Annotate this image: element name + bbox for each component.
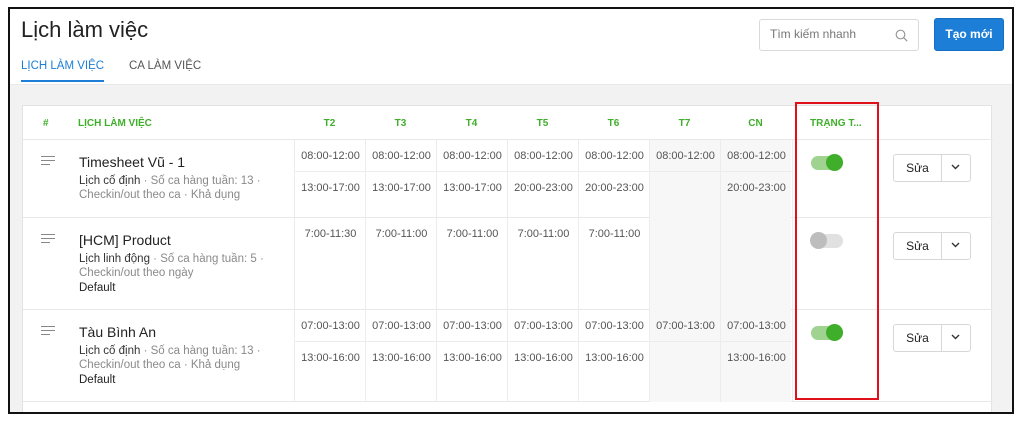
status-column-highlight: [795, 102, 879, 400]
shift-slot: 08:00-12:00: [585, 150, 644, 162]
day-cell-cn: 07:00-13:00 13:00-16:00: [720, 310, 792, 402]
chevron-down-icon: [951, 334, 960, 340]
column-header-t6: T6: [607, 118, 620, 129]
shift-slot: 7:00-11:00: [588, 228, 641, 240]
shift-slot: 07:00-13:00: [443, 320, 502, 332]
app-window: Lịch làm việc Tạo mới LỊCH LÀM VIỆC CA L…: [8, 7, 1014, 414]
more-actions-button[interactable]: [942, 155, 970, 181]
day-cell-t7: 07:00-13:00: [649, 310, 721, 402]
shift-slot: 08:00-12:00: [443, 150, 502, 162]
shift-slot: 07:00-13:00: [372, 320, 431, 332]
shift-slot: 13:00-16:00: [727, 352, 786, 364]
day-cell-cn: 08:00-12:00 20:00-23:00: [720, 140, 792, 218]
column-header-t7: T7: [678, 118, 691, 129]
schedule-type: Lịch cố định: [79, 345, 141, 357]
column-header-t2: T2: [323, 118, 336, 129]
shift-slot: 13:00-17:00: [443, 182, 502, 194]
day-cell-t6: 08:00-12:00 20:00-23:00: [578, 140, 650, 218]
schedule-meta: Lịch cố định · Số ca hàng tuần: 13 · Che…: [79, 174, 309, 202]
schedule-name: Tàu Bình An: [79, 324, 157, 340]
quick-search-box[interactable]: [759, 19, 919, 51]
day-cell-t6: 7:00-11:00: [578, 218, 649, 310]
schedule-name: [HCM] Product: [79, 232, 171, 248]
row-actions: Sửa: [893, 324, 971, 352]
day-cell-t7: [649, 218, 720, 310]
day-cell-t3: 7:00-11:00: [365, 218, 436, 310]
chevron-down-icon: [951, 242, 960, 248]
day-cell-t2: 08:00-12:00 13:00-17:00: [294, 140, 366, 218]
shift-slot: 08:00-12:00: [372, 150, 431, 162]
day-cell-t4: 7:00-11:00: [436, 218, 507, 310]
shift-slot: 07:00-13:00: [514, 320, 573, 332]
shift-slot: 08:00-12:00: [514, 150, 573, 162]
shift-slot: 13:00-16:00: [443, 352, 502, 364]
shift-slot: 7:00-11:00: [517, 228, 570, 240]
schedule-type: Lịch linh động: [79, 253, 150, 265]
schedule-meta: Lịch linh động · Số ca hàng tuần: 5 · Ch…: [79, 252, 309, 280]
edit-button[interactable]: Sửa: [894, 233, 942, 259]
create-new-button[interactable]: Tạo mới: [934, 18, 1004, 51]
more-actions-button[interactable]: [942, 233, 970, 259]
shift-slot: 20:00-23:00: [514, 182, 573, 194]
day-cell-t5: 07:00-13:00 13:00-16:00: [507, 310, 579, 402]
shift-slot: 07:00-13:00: [656, 320, 715, 332]
shift-slot: 07:00-13:00: [301, 320, 360, 332]
column-header-t3: T3: [394, 118, 407, 129]
column-header-t5: T5: [536, 118, 549, 129]
day-cell-t7: 08:00-12:00: [649, 140, 721, 218]
column-header-index: #: [43, 118, 49, 129]
column-header-name: LỊCH LÀM VIỆC: [78, 118, 152, 129]
shift-slot: 13:00-16:00: [301, 352, 360, 364]
drag-handle-icon[interactable]: [41, 326, 55, 336]
edit-button[interactable]: Sửa: [894, 155, 942, 181]
shift-slot: 08:00-12:00: [727, 150, 786, 162]
schedule-type: Lịch cố định: [79, 175, 141, 187]
day-cell-t3: 08:00-12:00 13:00-17:00: [365, 140, 437, 218]
day-cell-t3: 07:00-13:00 13:00-16:00: [365, 310, 437, 402]
column-header-cn: CN: [748, 118, 763, 129]
shift-slot: 7:00-11:00: [446, 228, 499, 240]
row-actions: Sửa: [893, 232, 971, 260]
day-cell-t2: 7:00-11:30: [294, 218, 365, 310]
shift-slot: 13:00-16:00: [585, 352, 644, 364]
search-icon[interactable]: [895, 29, 908, 42]
shift-slot: 7:00-11:30: [304, 228, 357, 240]
day-cell-t4: 07:00-13:00 13:00-16:00: [436, 310, 508, 402]
drag-handle-icon[interactable]: [41, 234, 55, 244]
schedule-meta: Lịch cố định · Số ca hàng tuần: 13 · Che…: [79, 344, 309, 372]
day-cell-cn: [720, 218, 791, 310]
shift-slot: 13:00-17:00: [372, 182, 431, 194]
drag-handle-icon[interactable]: [41, 156, 55, 166]
shift-slot: 07:00-13:00: [727, 320, 786, 332]
search-input[interactable]: [770, 27, 890, 41]
day-cell-t4: 08:00-12:00 13:00-17:00: [436, 140, 508, 218]
shift-slot: 13:00-16:00: [372, 352, 431, 364]
shift-slot: 07:00-13:00: [585, 320, 644, 332]
more-actions-button[interactable]: [942, 325, 970, 351]
row-actions: Sửa: [893, 154, 971, 182]
tab-work-shifts[interactable]: CA LÀM VIỆC: [129, 60, 201, 80]
shift-slot: 7:00-11:00: [375, 228, 428, 240]
default-label: Default: [79, 282, 116, 294]
shift-slot: 13:00-16:00: [514, 352, 573, 364]
shift-slot: 20:00-23:00: [727, 182, 786, 194]
page-title: Lịch làm việc: [21, 17, 149, 42]
tab-work-schedule[interactable]: LỊCH LÀM VIỆC: [21, 60, 105, 82]
day-cell-t5: 7:00-11:00: [507, 218, 578, 310]
shift-slot: 20:00-23:00: [585, 182, 644, 194]
day-cell-t6: 07:00-13:00 13:00-16:00: [578, 310, 650, 402]
shift-slot: 08:00-12:00: [301, 150, 360, 162]
schedule-name: Timesheet Vũ - 1: [79, 154, 186, 170]
chevron-down-icon: [951, 164, 960, 170]
shift-slot: 08:00-12:00: [656, 150, 715, 162]
day-cell-t5: 08:00-12:00 20:00-23:00: [507, 140, 579, 218]
edit-button[interactable]: Sửa: [894, 325, 942, 351]
default-label: Default: [79, 374, 116, 386]
shift-slot: 13:00-17:00: [301, 182, 360, 194]
day-cell-t2: 07:00-13:00 13:00-16:00: [294, 310, 366, 402]
column-header-t4: T4: [465, 118, 478, 129]
